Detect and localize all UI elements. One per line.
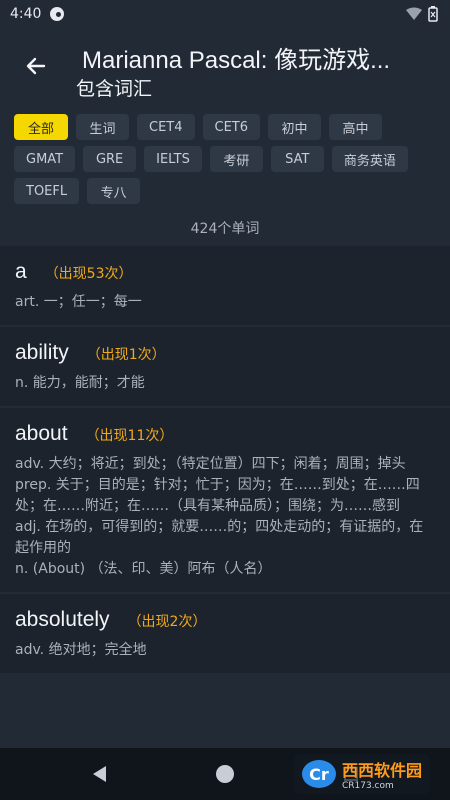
- filter-chip-junior[interactable]: 初中: [268, 114, 322, 140]
- filter-chip-tem8[interactable]: 专八: [87, 178, 141, 204]
- status-time: 4:40: [10, 6, 42, 22]
- nav-home-icon[interactable]: [215, 765, 234, 783]
- word-list[interactable]: a （出现53次） art. 一；任一；每一 ability （出现1次） n.…: [0, 246, 450, 748]
- watermark-subtext: CR173.com: [341, 781, 394, 791]
- filter-chips: 全部 生词 CET4 CET6 初中 高中 GMAT GRE IELTS 考研 …: [0, 108, 450, 204]
- filter-chip-all[interactable]: 全部: [14, 114, 68, 140]
- nav-back-icon[interactable]: [92, 766, 106, 782]
- status-icons: [406, 6, 438, 22]
- arrow-left-icon: [26, 57, 46, 75]
- word-text: ability: [15, 341, 69, 364]
- filter-chip-new-words[interactable]: 生词: [76, 114, 129, 140]
- page-subtitle: 包含词汇: [76, 78, 153, 100]
- filter-chip-cet6[interactable]: CET6: [202, 114, 261, 140]
- filter-chip-business[interactable]: 商务英语: [331, 146, 408, 172]
- occurrence-count: （出现53次）: [44, 266, 133, 282]
- wifi-icon: [406, 7, 422, 20]
- filter-chip-gmat[interactable]: GMAT: [14, 146, 76, 172]
- app-notification-icon: [50, 7, 65, 21]
- definition: n. 能力，能耐；才能: [15, 375, 145, 391]
- filter-chip-kaoyan[interactable]: 考研: [209, 146, 263, 172]
- list-item[interactable]: about （出现11次） adv. 大约；将近；到处；（特定位置）四下；闲着；…: [0, 408, 450, 594]
- app-header: Marianna Pascal: 像玩游戏... 包含词汇: [0, 28, 450, 108]
- filter-chip-ielts[interactable]: IELTS: [144, 146, 202, 172]
- filter-chip-cet4[interactable]: CET4: [137, 114, 195, 140]
- battery-icon: [428, 6, 438, 22]
- definition: prep. 关于；目的是；针对；忙于；因为；在……到处；在……四处；在……附近；…: [15, 477, 420, 514]
- occurrence-count: （出现11次）: [85, 428, 174, 444]
- occurrence-count: （出现2次）: [127, 614, 207, 630]
- definition: adv. 绝对地；完全地: [15, 642, 147, 658]
- word-text: a: [15, 260, 27, 283]
- filter-chip-toefl[interactable]: TOEFL: [14, 178, 80, 204]
- page-title: Marianna Pascal: 像玩游戏...: [82, 47, 391, 74]
- back-button[interactable]: [18, 48, 54, 84]
- definition: art. 一；任一；每一: [15, 294, 142, 310]
- watermark-logo: Cr 西西软件园 CR173.com: [293, 754, 430, 794]
- definition: n. (About) （法、印、美）阿布（人名）: [15, 561, 272, 577]
- occurrence-count: （出现1次）: [86, 347, 166, 363]
- filter-chip-senior[interactable]: 高中: [329, 114, 383, 140]
- word-text: about: [15, 422, 68, 445]
- list-item[interactable]: ability （出现1次） n. 能力，能耐；才能: [0, 327, 450, 408]
- status-bar: 4:40: [0, 0, 450, 28]
- watermark-icon: Cr: [301, 760, 336, 788]
- filter-chip-sat[interactable]: SAT: [270, 146, 324, 172]
- list-item[interactable]: absolutely （出现2次） adv. 绝对地；完全地: [0, 594, 450, 675]
- filter-chip-gre[interactable]: GRE: [83, 146, 137, 172]
- list-item[interactable]: a （出现53次） art. 一；任一；每一: [0, 246, 450, 327]
- definition: adj. 在场的，可得到的；就要……的；四处走动的；有证据的，在起作用的: [15, 519, 424, 556]
- word-text: absolutely: [15, 608, 110, 631]
- definition: adv. 大约；将近；到处；（特定位置）四下；闲着；周围；掉头: [15, 456, 406, 472]
- watermark-text: 西西软件园: [341, 761, 422, 780]
- word-count: 424个单词: [190, 221, 260, 237]
